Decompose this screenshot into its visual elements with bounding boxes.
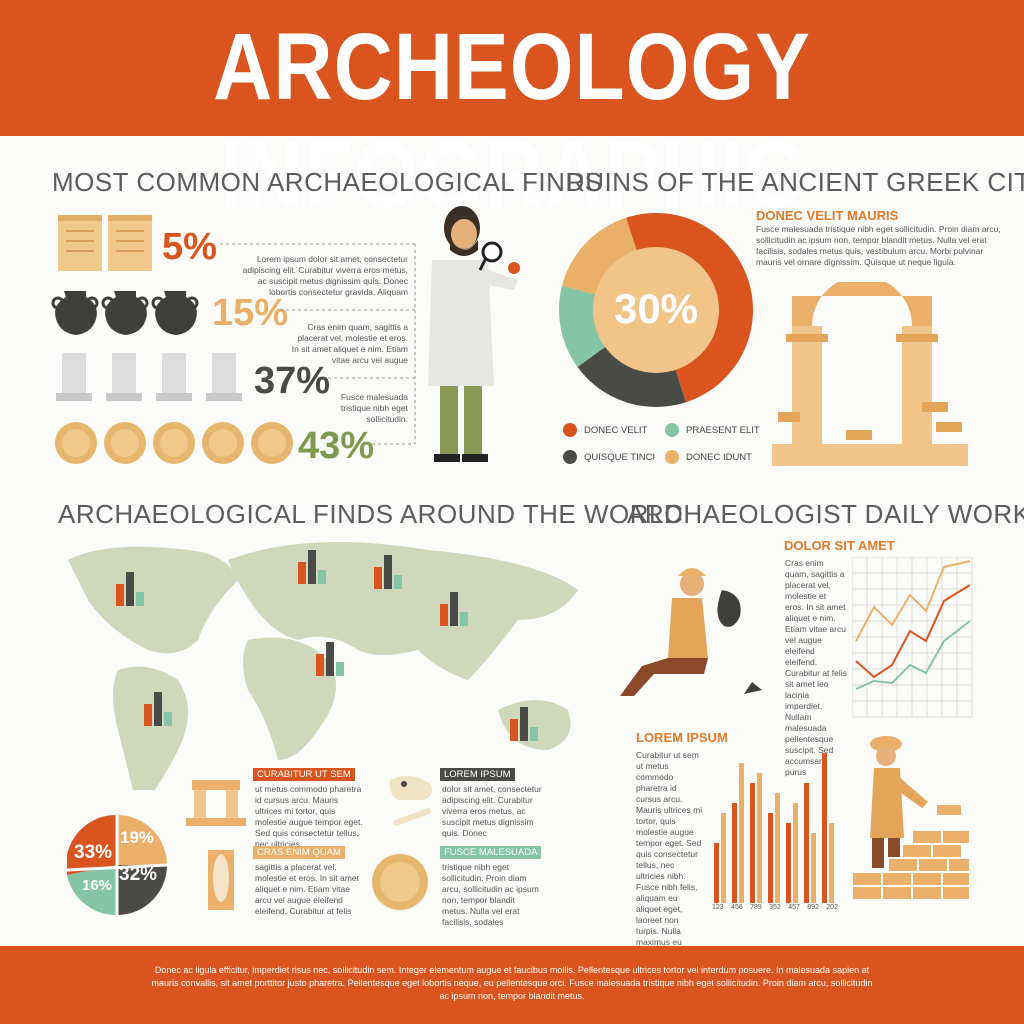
vase-icon xyxy=(51,291,99,335)
daily-sub2: LOREM IPSUM xyxy=(636,730,728,745)
bar-labels: 123 456 789 352 457 892 202 xyxy=(712,904,838,911)
map-bar-marker xyxy=(116,572,144,606)
pie-label-33: 33% xyxy=(74,842,113,863)
world-item-title-4: FUSCE MALESUADA xyxy=(440,846,542,859)
ruins-icon xyxy=(186,780,246,826)
coin-icon xyxy=(153,422,195,464)
bar xyxy=(793,803,798,903)
daily-section-title: ARCHAEOLOGIST DAILY WORK xyxy=(627,499,1024,529)
vase-icon xyxy=(101,291,149,335)
legend-label-4: DONEC IDUNT xyxy=(686,452,752,463)
finds-section-title: MOST COMMON ARCHAEOLOGICAL FINDS xyxy=(52,167,603,197)
map-bar-marker xyxy=(440,592,468,626)
world-item-title-3: CRAS ENIM QUAM xyxy=(253,846,345,859)
kneeling-archaeologist-figure xyxy=(620,568,762,696)
bar-label: 789 xyxy=(750,904,762,911)
bar xyxy=(811,833,816,903)
map-bar-marker xyxy=(316,642,344,676)
bar-label: 202 xyxy=(826,904,838,911)
legend-swatch-sand xyxy=(665,450,679,464)
map-bar-marker xyxy=(298,550,326,584)
bar xyxy=(739,763,744,903)
pie-label-19: 19% xyxy=(120,828,155,847)
daily-line-chart xyxy=(852,557,973,718)
pie-label-32: 32% xyxy=(119,864,158,885)
bar xyxy=(721,813,726,903)
ruins-subtitle: DONEC VELIT MAURIS xyxy=(756,208,899,223)
scroll-icon xyxy=(108,215,152,271)
ruins-text: Fusce malesuada tristique nibh eget soll… xyxy=(756,224,1001,267)
bar xyxy=(714,843,719,903)
vase-icon xyxy=(151,291,199,335)
finds-text-3: Fusce malesuada tristique nibh eget soll… xyxy=(340,392,408,424)
legend-swatch-mint xyxy=(665,423,679,437)
bricklaying-archaeologist-figure xyxy=(851,736,971,901)
daily-sub1: DOLOR SIT AMET xyxy=(784,538,895,553)
world-item-title-1: CURABITUR UT SEM xyxy=(253,768,355,781)
bar-label: 123 xyxy=(712,904,724,911)
map-bar-marker xyxy=(144,692,172,726)
legend-label-1: DONEC VELIT xyxy=(584,425,648,436)
world-section-title: ARCHAEOLOGICAL FINDS AROUND THE WORLD xyxy=(58,499,684,529)
bar xyxy=(804,783,809,903)
world-item-text-3: sagittis a placerat vel, molestie et ero… xyxy=(255,862,359,916)
bar xyxy=(822,753,827,903)
map-bar-marker xyxy=(374,555,402,589)
daily-text2: Curabitur ut sem ut metus commodo pharet… xyxy=(636,750,703,969)
mummy-icon xyxy=(208,850,234,910)
dinosaur-skull-icon xyxy=(389,775,432,826)
map-bar-marker xyxy=(510,707,538,741)
ruins-section-title: RUINS OF THE ANCIENT GREEK CITY xyxy=(566,167,1024,197)
greek-ruins-arch xyxy=(772,282,968,466)
legend-label-2: PRAESENT ELIT xyxy=(686,425,760,436)
coin-icon xyxy=(55,422,97,464)
bar xyxy=(829,823,834,903)
column-icon xyxy=(156,353,192,401)
world-item-text-1: ut metus commodo pharetra id cursus arcu… xyxy=(255,784,363,849)
bar xyxy=(750,783,755,903)
bar xyxy=(786,823,791,903)
world-item-text-2: dolor sit amet, consectetur adipiscing e… xyxy=(442,784,542,838)
bar-label: 456 xyxy=(731,904,743,911)
legend-swatch-dark xyxy=(563,450,577,464)
column-icon xyxy=(106,353,142,401)
bar xyxy=(732,803,737,903)
bar xyxy=(768,813,773,903)
bar-label: 892 xyxy=(807,904,819,911)
donut-center-label: 30% xyxy=(613,285,699,332)
world-item-title-2: LOREM IPSUM xyxy=(440,768,515,781)
bar xyxy=(757,773,762,903)
daily-text1: Cras enim quam, sagittis a placerat vel,… xyxy=(785,558,847,777)
bar xyxy=(775,793,780,903)
legend-label-3: QUISQUE TINCI xyxy=(584,452,656,463)
archaeologist-magnifier-figure xyxy=(428,206,520,462)
pie-label-16: 16% xyxy=(82,877,113,894)
bar-label: 457 xyxy=(788,904,800,911)
daily-bar-chart xyxy=(714,753,834,903)
coin-large-icon xyxy=(372,854,428,910)
finds-text-2: Cras enim quam, sagittis a placerat vel,… xyxy=(291,322,408,365)
footer-text: Donec ac ligula efficitur, imperdiet ris… xyxy=(151,965,873,1001)
column-icon xyxy=(56,353,92,401)
scroll-icon xyxy=(58,215,102,271)
bar-label: 352 xyxy=(769,904,781,911)
world-item-text-4: tristique nibh eget sollicitudin. Proin … xyxy=(442,862,539,927)
legend-swatch-orange xyxy=(563,423,577,437)
finds-text-1: Lorem ipsum dolor sit amet, consectetur … xyxy=(242,254,408,297)
coin-icon xyxy=(104,422,146,464)
finds-percent-scrolls: 5% xyxy=(162,226,217,268)
